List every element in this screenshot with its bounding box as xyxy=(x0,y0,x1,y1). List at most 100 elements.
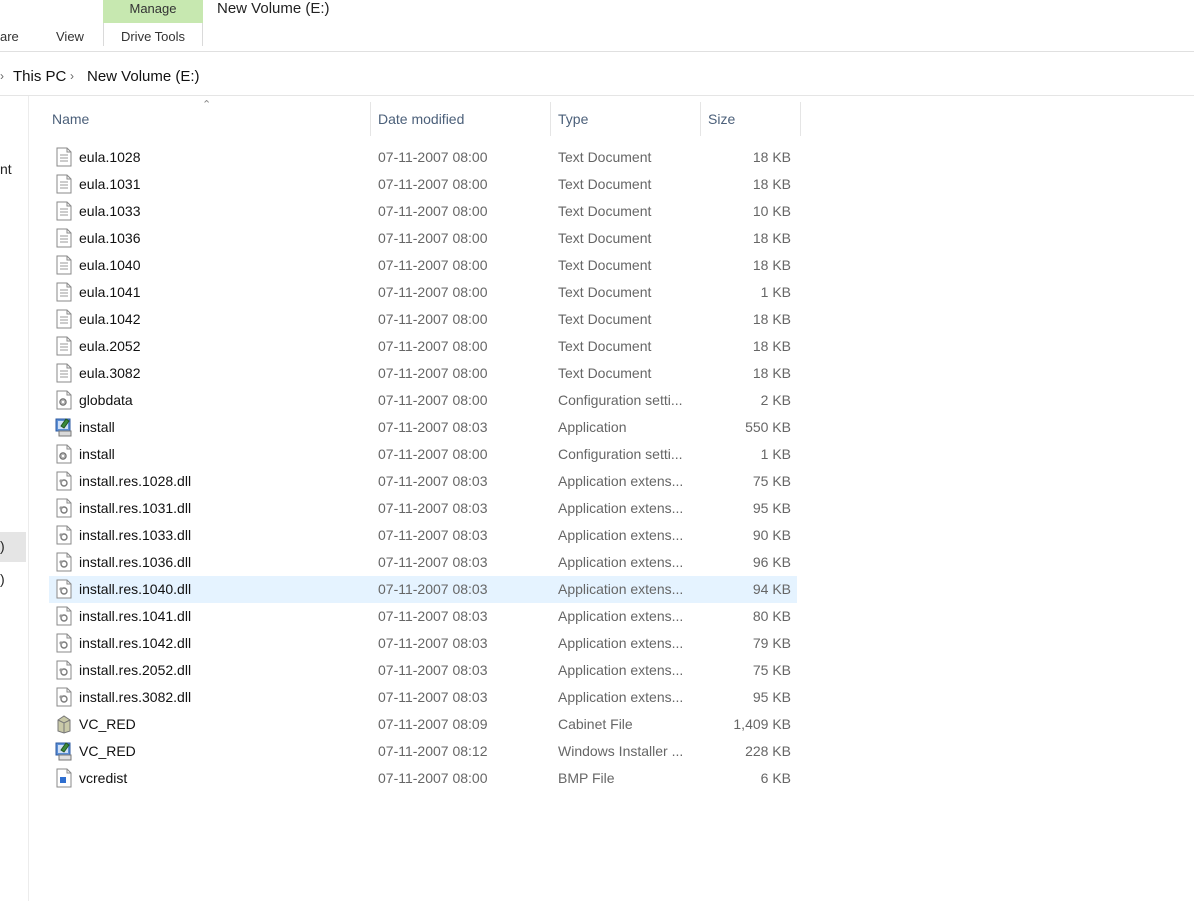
file-row[interactable]: install.res.3082.dll 07-11-2007 08:03 Appl… xyxy=(49,684,797,711)
file-date-modified: 07-11-2007 08:03 xyxy=(378,608,488,624)
column-divider[interactable] xyxy=(700,102,701,136)
file-name: install.res.1042.dll xyxy=(79,635,192,651)
file-size: 228 KB xyxy=(745,743,791,759)
file-row[interactable]: install.res.2052.dll 07-11-2007 08:03 Appl… xyxy=(49,657,797,684)
file-type: Text Document xyxy=(558,311,652,327)
file-name: eula.1041 xyxy=(79,284,141,300)
file-date-modified: 07-11-2007 08:00 xyxy=(378,770,488,786)
file-date-modified: 07-11-2007 08:00 xyxy=(378,257,488,273)
file-size: 80 KB xyxy=(752,608,791,624)
file-date-modified: 07-11-2007 08:00 xyxy=(378,311,488,327)
column-header-date-modified[interactable]: Date modified xyxy=(378,111,464,127)
file-size: 6 KB xyxy=(760,770,791,786)
file-row[interactable]: VC_RED 07-11-2007 08:12 Windows Installer … xyxy=(49,738,797,765)
file-row[interactable]: vcredist 07-11-2007 08:00 BMP File 6 KB xyxy=(49,765,797,792)
column-divider[interactable] xyxy=(800,102,801,136)
file-name: install.res.1040.dll xyxy=(79,581,192,597)
file-type: Text Document xyxy=(558,284,652,300)
file-date-modified: 07-11-2007 08:03 xyxy=(378,662,488,678)
column-header-size[interactable]: Size xyxy=(708,111,735,127)
column-header-name[interactable]: Name xyxy=(52,111,89,127)
ribbon: are View Manage Drive Tools New Volume (… xyxy=(0,0,1194,52)
file-size: 18 KB xyxy=(752,338,791,354)
file-name: install.res.2052.dll xyxy=(79,662,192,678)
config-settings-icon xyxy=(55,390,73,410)
breadcrumb-this-pc[interactable]: This PC xyxy=(13,68,66,85)
file-size: 96 KB xyxy=(752,554,791,570)
dll-file-icon xyxy=(55,660,73,680)
cabinet-file-icon xyxy=(55,714,73,734)
file-date-modified: 07-11-2007 08:00 xyxy=(378,392,488,408)
breadcrumb: › This PC › New Volume (E:) xyxy=(0,62,1194,92)
file-date-modified: 07-11-2007 08:00 xyxy=(378,446,488,462)
file-type: Application extens... xyxy=(558,635,684,651)
file-row[interactable]: install.res.1041.dll 07-11-2007 08:03 Appl… xyxy=(49,603,797,630)
file-row[interactable]: install 07-11-2007 08:03 Application 550 KB xyxy=(49,414,797,441)
file-row[interactable]: install.res.1028.dll 07-11-2007 08:03 Appl… xyxy=(49,468,797,495)
file-name: globdata xyxy=(79,392,133,408)
file-name: eula.1036 xyxy=(79,230,141,246)
file-type: Application extens... xyxy=(558,554,684,570)
file-row[interactable]: install 07-11-2007 08:00 Configuration set… xyxy=(49,441,797,468)
file-type: Text Document xyxy=(558,149,652,165)
chevron-right-icon[interactable]: › xyxy=(70,69,74,83)
file-name: install xyxy=(79,446,115,462)
file-size: 18 KB xyxy=(752,365,791,381)
text-document-icon xyxy=(55,255,73,275)
drive-tools-label: Drive Tools xyxy=(120,29,186,44)
tab-share[interactable]: are xyxy=(0,29,19,44)
file-date-modified: 07-11-2007 08:12 xyxy=(378,743,488,759)
file-type: Text Document xyxy=(558,257,652,273)
file-row[interactable]: eula.1040 07-11-2007 08:00 Text Document 18… xyxy=(49,252,797,279)
file-row[interactable]: eula.1033 07-11-2007 08:00 Text Document 10… xyxy=(49,198,797,225)
breadcrumb-new-volume[interactable]: New Volume (E:) xyxy=(87,68,200,85)
file-row[interactable]: eula.1031 07-11-2007 08:00 Text Document 18… xyxy=(49,171,797,198)
file-type: Text Document xyxy=(558,365,652,381)
file-row[interactable]: install.res.1031.dll 07-11-2007 08:03 Appl… xyxy=(49,495,797,522)
file-row[interactable]: eula.3082 07-11-2007 08:00 Text Document 18… xyxy=(49,360,797,387)
file-row[interactable]: install.res.1036.dll 07-11-2007 08:03 Appl… xyxy=(49,549,797,576)
nav-item-selected[interactable]: ) xyxy=(0,532,26,562)
file-row[interactable]: eula.1028 07-11-2007 08:00 Text Document 18… xyxy=(49,144,797,171)
tab-drive-tools[interactable]: Drive Tools xyxy=(103,23,203,46)
file-name: VC_RED xyxy=(79,716,136,732)
column-divider[interactable] xyxy=(370,102,371,136)
file-row[interactable]: eula.1041 07-11-2007 08:00 Text Document 1 … xyxy=(49,279,797,306)
file-size: 95 KB xyxy=(752,689,791,705)
file-type: Text Document xyxy=(558,203,652,219)
file-row[interactable]: globdata 07-11-2007 08:00 Configuration se… xyxy=(49,387,797,414)
config-settings-icon xyxy=(55,444,73,464)
file-size: 75 KB xyxy=(752,662,791,678)
file-row[interactable]: eula.1042 07-11-2007 08:00 Text Document 18… xyxy=(49,306,797,333)
file-row[interactable]: VC_RED 07-11-2007 08:09 Cabinet File 1,409 … xyxy=(49,711,797,738)
dll-file-icon xyxy=(55,687,73,707)
file-date-modified: 07-11-2007 08:03 xyxy=(378,581,488,597)
file-name: vcredist xyxy=(79,770,128,786)
chevron-right-icon[interactable]: › xyxy=(0,69,4,83)
file-type: BMP File xyxy=(558,770,615,786)
file-type: Application xyxy=(558,419,627,435)
file-list: eula.1028 07-11-2007 08:00 Text Document 18… xyxy=(49,144,797,792)
dll-file-icon xyxy=(55,633,73,653)
file-row[interactable]: eula.1036 07-11-2007 08:00 Text Document 18… xyxy=(49,225,797,252)
file-size: 94 KB xyxy=(752,581,791,597)
nav-item-fragment[interactable]: nt xyxy=(0,161,12,177)
file-type: Configuration setti... xyxy=(558,446,683,462)
tab-view[interactable]: View xyxy=(56,29,84,44)
file-row[interactable]: install.res.1040.dll 07-11-2007 08:03 Appl… xyxy=(49,576,797,603)
column-divider[interactable] xyxy=(550,102,551,136)
file-size: 90 KB xyxy=(752,527,791,543)
file-type: Application extens... xyxy=(558,581,684,597)
nav-item-fragment[interactable]: ) xyxy=(0,571,5,587)
file-row[interactable]: install.res.1042.dll 07-11-2007 08:03 Appl… xyxy=(49,630,797,657)
file-name: install.res.1031.dll xyxy=(79,500,192,516)
bmp-image-icon xyxy=(55,768,73,788)
text-document-icon xyxy=(55,363,73,383)
file-row[interactable]: eula.2052 07-11-2007 08:00 Text Document 18… xyxy=(49,333,797,360)
file-row[interactable]: install.res.1033.dll 07-11-2007 08:03 Appl… xyxy=(49,522,797,549)
dll-file-icon xyxy=(55,471,73,491)
file-name: install.res.1041.dll xyxy=(79,608,192,624)
sort-ascending-icon: ⌃ xyxy=(202,99,212,111)
file-name: install.res.1028.dll xyxy=(79,473,192,489)
column-header-type[interactable]: Type xyxy=(558,111,588,127)
